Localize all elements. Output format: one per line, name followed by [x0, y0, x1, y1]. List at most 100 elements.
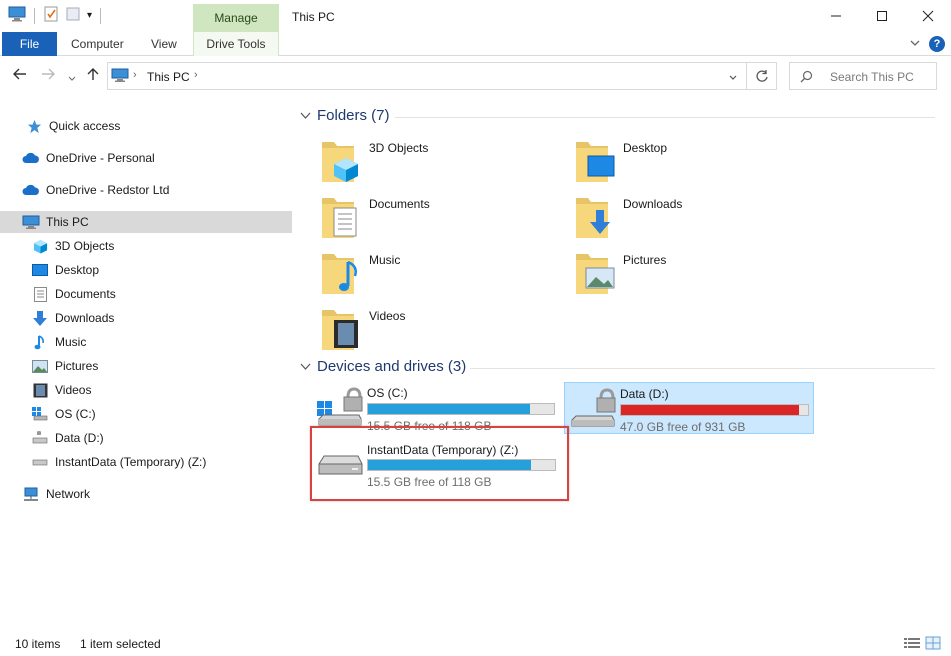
status-bar: 10 items 1 item selected [0, 632, 951, 656]
drive-usage-bar [367, 459, 556, 471]
document-icon [322, 198, 357, 238]
sidebar-item-os-c[interactable]: OS (C:) [0, 403, 292, 425]
drive-icon [31, 430, 49, 446]
breadcrumb-this-pc[interactable]: This PC [147, 70, 190, 84]
tab-view[interactable]: View [151, 32, 177, 56]
windows-drive-icon [317, 387, 363, 426]
music-note-icon [322, 254, 357, 294]
sidebar-item-documents[interactable]: Documents [0, 283, 292, 305]
minimize-button[interactable] [813, 0, 859, 32]
breadcrumb-chevron-icon[interactable]: › [194, 69, 198, 81]
folder-pictures[interactable]: Pictures [576, 250, 816, 300]
selection-count: 1 item selected [80, 637, 161, 651]
window-title: This PC [292, 10, 335, 24]
up-button[interactable] [86, 67, 100, 85]
folder-videos[interactable]: Videos [322, 306, 562, 356]
properties-icon[interactable] [43, 6, 59, 25]
music-note-icon [31, 334, 49, 350]
star-icon [25, 118, 43, 134]
section-divider [395, 117, 935, 118]
customize-toolbar-icon[interactable]: ▾ [87, 10, 92, 21]
cloud-icon [22, 150, 40, 166]
tab-file[interactable]: File [2, 32, 57, 56]
ribbon-tabs: File Computer View Drive Tools ? [0, 32, 951, 56]
large-icons-view-icon[interactable] [925, 636, 941, 653]
close-button[interactable] [905, 0, 951, 32]
document-icon [31, 286, 49, 302]
quick-access-toolbar: ▾ [8, 6, 103, 25]
this-pc-icon [111, 68, 129, 86]
drive-icon [571, 388, 616, 427]
folder-desktop[interactable]: Desktop [576, 138, 816, 188]
drive-free-space: 47.0 GB free of 931 GB [620, 420, 746, 434]
drive-instantdata-z[interactable]: InstantData (Temporary) (Z:) 15.5 GB fre… [310, 426, 569, 501]
expand-ribbon-icon[interactable] [909, 37, 921, 51]
tab-drive-tools[interactable]: Drive Tools [193, 32, 279, 56]
chevron-down-icon [300, 107, 311, 124]
cube-icon [31, 238, 49, 254]
address-dropdown-icon[interactable] [728, 71, 738, 85]
picture-icon [576, 254, 615, 294]
back-button[interactable] [12, 67, 28, 85]
sidebar-item-onedrive-redstor[interactable]: OneDrive - Redstor Ltd [0, 179, 292, 201]
sidebar-item-music[interactable]: Music [0, 331, 292, 353]
recent-locations-icon[interactable] [67, 70, 77, 87]
drive-name: Data (D:) [620, 387, 669, 401]
breadcrumb-chevron-icon[interactable]: › [133, 69, 137, 81]
address-bar[interactable]: › This PC › [107, 62, 747, 90]
item-count: 10 items [15, 637, 61, 651]
help-button[interactable]: ? [929, 36, 945, 52]
download-arrow-icon [576, 198, 610, 238]
folder-music[interactable]: Music [322, 250, 562, 300]
section-divider [470, 368, 935, 369]
refresh-button[interactable] [747, 62, 777, 90]
this-pc-icon [8, 6, 26, 25]
sidebar-item-onedrive-personal[interactable]: OneDrive - Personal [0, 147, 292, 169]
chevron-down-icon [300, 358, 311, 375]
sidebar-item-quick-access[interactable]: Quick access [0, 115, 292, 137]
details-view-icon[interactable] [904, 637, 920, 652]
desktop-icon [31, 262, 49, 278]
title-bar: ▾ Manage This PC [0, 0, 951, 32]
picture-icon [31, 358, 49, 374]
sidebar-item-downloads[interactable]: Downloads [0, 307, 292, 329]
sidebar-item-network[interactable]: Network [0, 483, 292, 505]
drive-usage-bar [367, 403, 555, 415]
search-icon [800, 70, 813, 86]
network-icon [22, 486, 40, 502]
sidebar-item-videos[interactable]: Videos [0, 379, 292, 401]
folder-3d-objects[interactable]: 3D Objects [322, 138, 562, 188]
drive-data-d[interactable]: Data (D:) 47.0 GB free of 931 GB [564, 382, 814, 434]
drive-name: OS (C:) [367, 386, 408, 400]
drive-icon [31, 454, 49, 470]
cloud-icon [22, 182, 40, 198]
film-icon [31, 382, 49, 398]
sidebar-item-desktop[interactable]: Desktop [0, 259, 292, 281]
new-folder-icon[interactable] [65, 6, 81, 25]
folder-documents[interactable]: Documents [322, 194, 562, 244]
tab-computer[interactable]: Computer [71, 32, 124, 56]
monitor-icon [22, 214, 40, 230]
sidebar-item-instantdata-z[interactable]: InstantData (Temporary) (Z:) [0, 451, 292, 473]
drives-section-header[interactable]: Devices and drives (3) [300, 358, 466, 375]
film-icon [322, 310, 358, 350]
refresh-icon [755, 70, 768, 82]
sidebar-item-this-pc[interactable]: This PC [0, 211, 292, 233]
sidebar-item-pictures[interactable]: Pictures [0, 355, 292, 377]
drive-name: InstantData (Temporary) (Z:) [367, 443, 519, 457]
desktop-icon [576, 142, 615, 182]
download-arrow-icon [31, 310, 49, 326]
drive-free-space: 15.5 GB free of 118 GB [367, 475, 492, 489]
search-placeholder: Search This PC [830, 70, 914, 84]
forward-button[interactable] [40, 67, 56, 85]
folder-downloads[interactable]: Downloads [576, 194, 816, 244]
navigation-pane: Quick access OneDrive - Personal OneDriv… [0, 110, 292, 620]
manage-tab[interactable]: Manage [193, 4, 279, 32]
maximize-button[interactable] [859, 0, 905, 32]
search-box[interactable]: Search This PC [789, 62, 937, 90]
sidebar-item-3d-objects[interactable]: 3D Objects [0, 235, 292, 257]
sidebar-item-data-d[interactable]: Data (D:) [0, 427, 292, 449]
cube-icon [322, 142, 358, 182]
drive-icon [318, 455, 363, 475]
folders-section-header[interactable]: Folders (7) [300, 107, 390, 124]
